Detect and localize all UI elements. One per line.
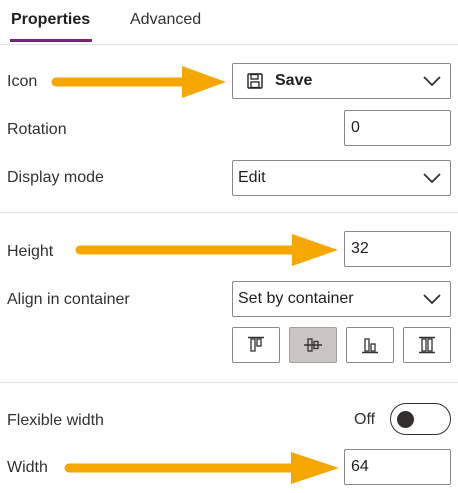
display-mode-label: Display mode xyxy=(7,169,104,186)
flexible-width-label: Flexible width xyxy=(7,412,104,429)
align-in-container-label: Align in container xyxy=(7,291,130,308)
align-top-icon xyxy=(248,336,264,352)
rotation-label: Rotation xyxy=(7,121,67,138)
width-label: Width xyxy=(7,459,48,476)
chevron-down-icon xyxy=(423,294,441,305)
flexible-width-toggle[interactable] xyxy=(390,403,451,435)
icon-label: Icon xyxy=(7,73,38,90)
chevron-down-icon xyxy=(423,173,441,184)
align-stretch-icon xyxy=(419,336,435,354)
chevron-down-icon xyxy=(423,76,441,87)
section-divider xyxy=(0,212,458,213)
display-mode-value: Edit xyxy=(238,169,266,186)
tab-advanced[interactable]: Advanced xyxy=(130,10,201,30)
annotation-arrow-icon xyxy=(51,66,226,98)
annotation-arrow-icon xyxy=(75,234,338,266)
tab-bar: Properties Advanced xyxy=(0,0,458,45)
properties-panel: Properties Advanced Icon Save Rotation 0… xyxy=(0,0,458,493)
annotation-arrow-icon xyxy=(64,452,339,484)
save-floppy-icon xyxy=(247,73,263,89)
flexible-width-state: Off xyxy=(354,411,376,428)
align-in-container-dropdown[interactable]: Set by container xyxy=(232,281,451,317)
active-tab-indicator xyxy=(10,39,92,42)
width-input[interactable]: 64 xyxy=(344,449,451,485)
align-center-button[interactable] xyxy=(289,327,337,363)
toggle-knob xyxy=(397,411,414,428)
height-input[interactable]: 32 xyxy=(344,231,451,267)
align-bottom-button[interactable] xyxy=(346,327,394,363)
align-top-button[interactable] xyxy=(232,327,280,363)
height-label: Height xyxy=(7,243,54,260)
align-stretch-button[interactable] xyxy=(403,327,451,363)
section-divider xyxy=(0,382,458,383)
align-in-container-value: Set by container xyxy=(238,290,354,307)
tab-properties[interactable]: Properties xyxy=(11,10,90,30)
rotation-input[interactable]: 0 xyxy=(344,110,451,146)
icon-dropdown-value: Save xyxy=(275,72,313,89)
align-bottom-icon xyxy=(362,338,378,354)
icon-dropdown[interactable]: Save xyxy=(232,63,451,99)
display-mode-dropdown[interactable]: Edit xyxy=(232,160,451,196)
align-center-icon xyxy=(304,338,322,352)
